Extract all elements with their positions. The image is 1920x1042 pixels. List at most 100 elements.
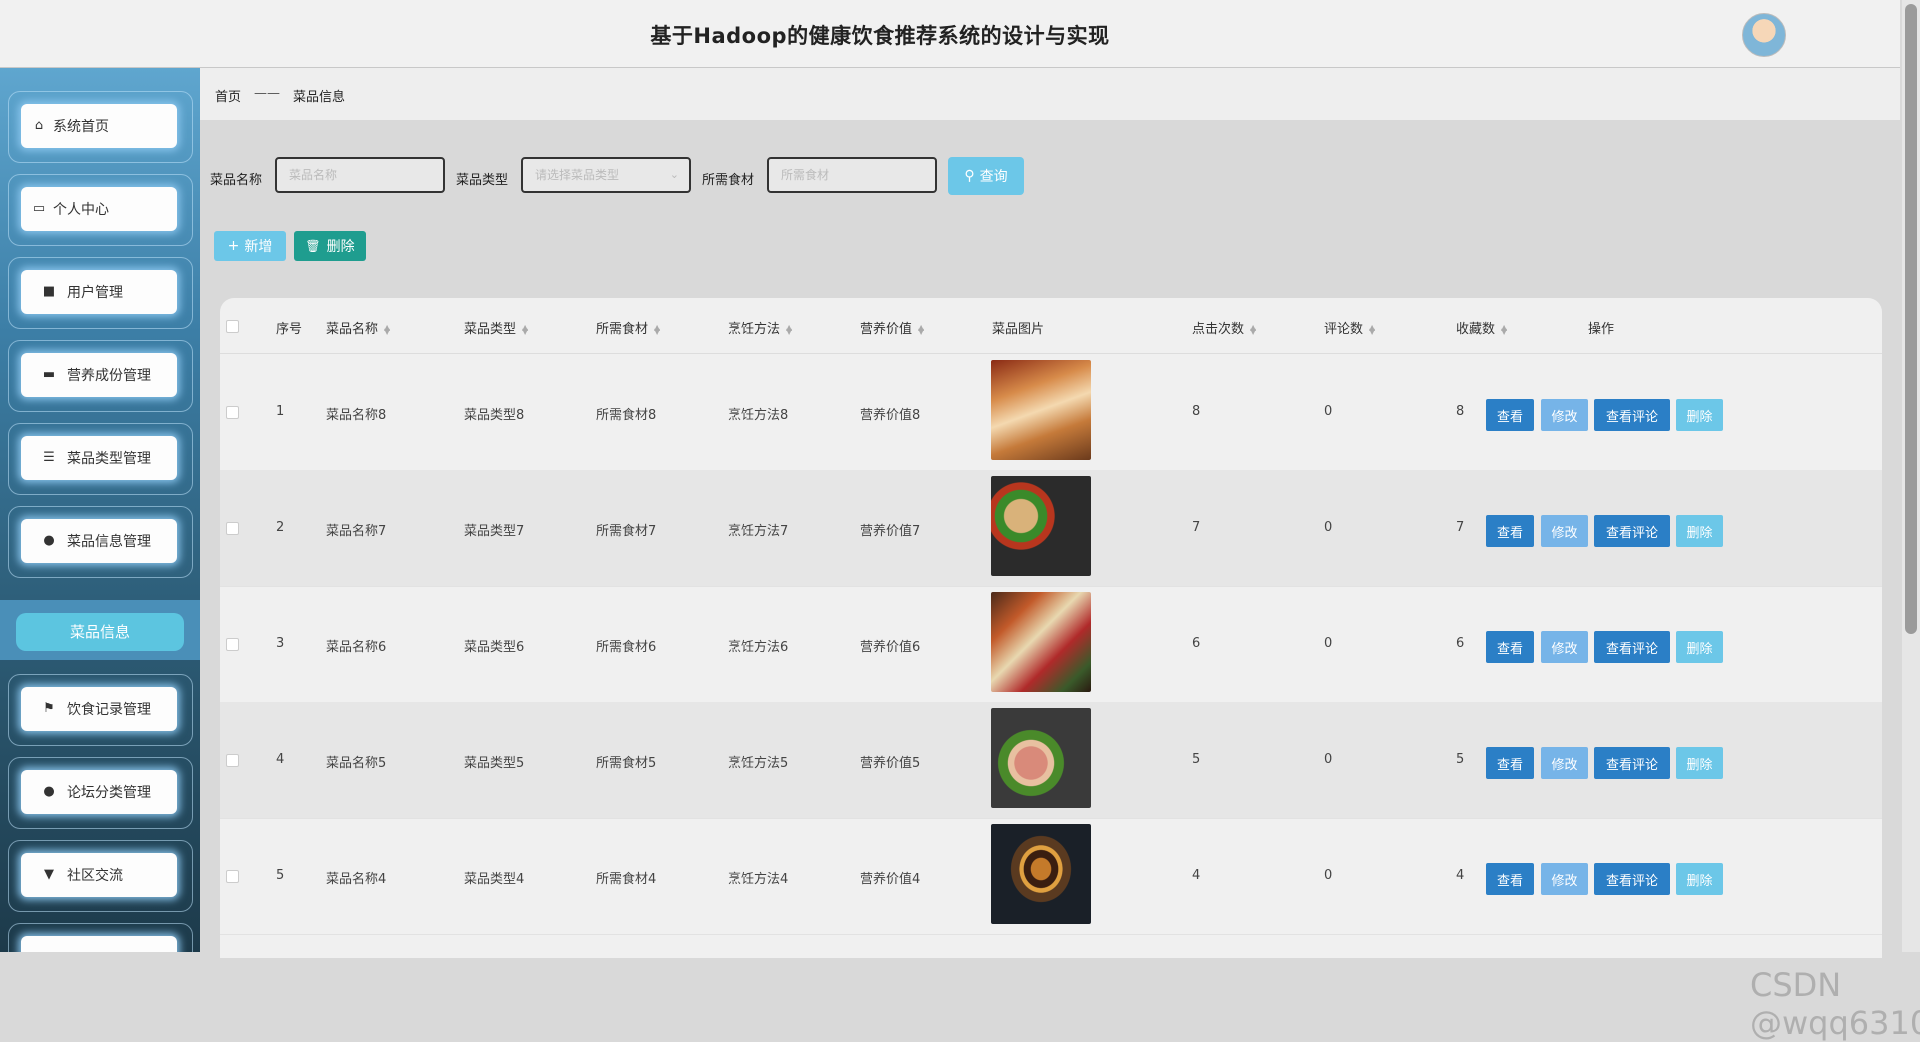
view-comments-button[interactable]: 查看评论 [1594,515,1670,547]
table-row: 5 菜品名称4 菜品类型4 所需食材4 烹饪方法4 营养价值4 4 0 4 查看 修改 查看评论 删除 [220,818,1882,935]
user-avatar[interactable] [1742,13,1786,57]
sort-icon[interactable]: ▲ ▼ [918,323,924,335]
row-checkbox[interactable] [226,638,239,651]
sidebar-item-user-management[interactable]: ■ 用户管理 [8,257,193,329]
delete-button[interactable]: 删除 [1676,747,1723,779]
view-button[interactable]: 查看 [1486,631,1534,663]
column-header-type[interactable]: 菜品类型 ▲ ▼ [464,318,528,337]
view-button[interactable]: 查看 [1486,863,1534,895]
sidebar-item-more[interactable] [8,923,193,952]
sidebar-button-personal-center[interactable]: ▭ 个人中心 [21,187,177,231]
sidebar-item-dish-type-management[interactable]: ☰ 菜品类型管理 [8,423,193,495]
delete-button[interactable]: 删除 [1676,863,1723,895]
cell-type: 菜品类型7 [464,524,525,539]
edit-button[interactable]: 修改 [1541,863,1588,895]
view-button[interactable]: 查看 [1486,515,1534,547]
view-button[interactable]: 查看 [1486,399,1534,431]
sidebar-button-forum-category-management[interactable]: ● 论坛分类管理 [21,770,177,814]
app-title: 基于Hadoop的健康饮食推荐系统的设计与实现 [650,24,1110,48]
sidebar-button-home[interactable]: ⌂ 系统首页 [21,104,177,148]
view-comments-button[interactable]: 查看评论 [1594,863,1670,895]
card-icon: ▭ [32,201,46,216]
breadcrumb-home[interactable]: 首页 [215,86,241,105]
delete-button[interactable]: 删除 [1676,631,1723,663]
column-header-favorites[interactable]: 收藏数 ▲ ▼ [1456,318,1507,337]
sort-icon[interactable]: ▲ ▼ [1369,323,1375,335]
batch-delete-button[interactable]: 🗑 删除 [294,231,366,261]
cell-clicks: 7 [1192,520,1201,535]
sidebar-item-personal-center[interactable]: ▭ 个人中心 [8,174,193,246]
dish-name-input[interactable]: 菜品名称 [275,157,445,193]
sort-icon[interactable]: ▲ ▼ [522,323,528,335]
column-header-name[interactable]: 菜品名称 ▲ ▼ [326,318,390,337]
sidebar-item-dish-info-management[interactable]: ● 菜品信息管理 [8,506,193,578]
edit-button[interactable]: 修改 [1541,631,1588,663]
scrollbar-thumb[interactable] [1905,4,1917,634]
column-header-clicks[interactable]: 点击次数 ▲ ▼ [1192,318,1256,337]
sidebar-item-forum-category-management[interactable]: ● 论坛分类管理 [8,757,193,829]
sort-icon[interactable]: ▲ ▼ [1501,323,1507,335]
sidebar-button-nutrition-management[interactable]: ▬ 营养成份管理 [21,353,177,397]
sidebar-button-user-management[interactable]: ■ 用户管理 [21,270,177,314]
sidebar-item-label: 营养成份管理 [67,368,151,384]
row-checkbox[interactable] [226,754,239,767]
sidebar-button-diet-record-management[interactable]: ⚑ 饮食记录管理 [21,687,177,731]
sort-icon[interactable]: ▲ ▼ [786,323,792,335]
row-checkbox[interactable] [226,870,239,883]
dish-image[interactable] [991,824,1091,924]
select-all-checkbox[interactable] [226,320,239,333]
view-comments-button[interactable]: 查看评论 [1594,631,1670,663]
view-comments-button[interactable]: 查看评论 [1594,747,1670,779]
query-button[interactable]: ⚲ 查询 [948,157,1024,195]
row-checkbox[interactable] [226,406,239,419]
cell-favorites: 7 [1456,520,1465,535]
submenu-item-dish-info[interactable]: 菜品信息 [16,613,184,651]
breadcrumb-separator: —— [254,86,280,101]
breadcrumb-current: 菜品信息 [293,90,346,105]
column-header-comments[interactable]: 评论数 ▲ ▼ [1324,318,1375,337]
cell-favorites: 6 [1456,636,1465,651]
cell-method: 烹饪方法7 [728,524,789,539]
sidebar-button-more[interactable] [21,936,177,952]
edit-button[interactable]: 修改 [1541,515,1588,547]
sidebar-button-dish-info-management[interactable]: ● 菜品信息管理 [21,519,177,563]
table-row: 1 菜品名称8 菜品类型8 所需食材8 烹饪方法8 营养价值8 8 0 8 查看 修改 查看评论 删除 [220,354,1882,471]
column-header-nutrition[interactable]: 营养价值 ▲ ▼ [860,318,924,337]
edit-button[interactable]: 修改 [1541,399,1588,431]
edit-button[interactable]: 修改 [1541,747,1588,779]
cell-nutrition: 营养价值8 [860,408,921,423]
delete-button[interactable]: 删除 [1676,515,1723,547]
dish-image[interactable] [991,592,1091,692]
sidebar-item-nutrition-management[interactable]: ▬ 营养成份管理 [8,340,193,412]
breadcrumb: 首页 —— 菜品信息 [200,68,1900,120]
sidebar-button-dish-type-management[interactable]: ☰ 菜品类型管理 [21,436,177,480]
page-scrollbar[interactable] [1902,0,1920,952]
sidebar: ⌂ 系统首页 ▭ 个人中心 ■ 用户管理 ▬ 营养成份管理 ☰ 菜品类型管理 ● 菜品信息管… [0,68,200,952]
dish-image[interactable] [991,476,1091,576]
view-button[interactable]: 查看 [1486,747,1534,779]
bulb-icon: ● [43,784,55,799]
cell-name: 菜品名称8 [326,408,387,423]
cell-ingredient: 所需食材5 [596,756,657,771]
sort-icon[interactable]: ▲ ▼ [1250,323,1256,335]
sort-icon[interactable]: ▲ ▼ [384,323,390,335]
column-header-ingredient[interactable]: 所需食材 ▲ ▼ [596,318,660,337]
dish-type-select[interactable]: 请选择菜品类型 ⌄ [521,157,691,193]
sidebar-button-community[interactable]: ▼ 社区交流 [21,853,177,897]
row-checkbox[interactable] [226,522,239,535]
ingredient-input[interactable]: 所需食材 [767,157,937,193]
dish-image[interactable] [991,360,1091,460]
sidebar-item-home[interactable]: ⌂ 系统首页 [8,91,193,163]
view-comments-button[interactable]: 查看评论 [1594,399,1670,431]
add-button[interactable]: + 新增 [214,231,286,261]
sidebar-item-community[interactable]: ▼ 社区交流 [8,840,193,912]
delete-button[interactable]: 删除 [1676,399,1723,431]
dish-image[interactable] [991,708,1091,808]
sidebar-item-diet-record-management[interactable]: ⚑ 饮食记录管理 [8,674,193,746]
cell-nutrition: 营养价值5 [860,756,921,771]
cell-clicks: 6 [1192,636,1201,651]
column-header-image: 菜品图片 [992,322,1045,337]
column-header-method[interactable]: 烹饪方法 ▲ ▼ [728,318,792,337]
sort-icon[interactable]: ▲ ▼ [654,323,660,335]
cell-index: 3 [276,636,285,651]
